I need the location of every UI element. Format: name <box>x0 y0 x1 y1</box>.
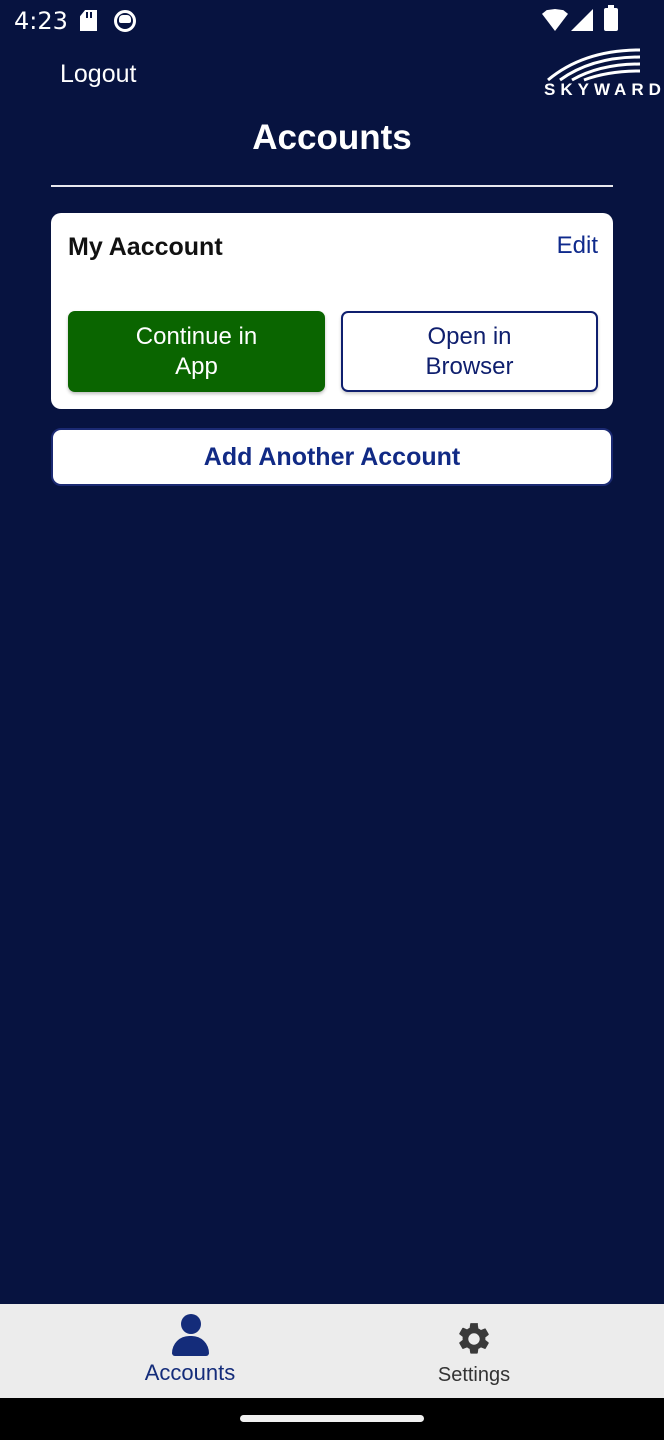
account-name: My Aaccount <box>68 233 223 261</box>
open-in-browser-button[interactable]: Open in Browser <box>341 311 598 392</box>
nav-tab-accounts[interactable]: Accounts <box>90 1304 290 1398</box>
account-card: My Aaccount Edit Continue in App Open in… <box>51 213 613 409</box>
system-nav-bar <box>0 1398 664 1440</box>
nav-label-accounts: Accounts <box>144 1360 236 1385</box>
nav-tab-settings[interactable]: Settings <box>374 1304 574 1398</box>
continue-in-app-button[interactable]: Continue in App <box>68 311 325 392</box>
status-bar: 4:23 <box>0 0 664 42</box>
gear-icon <box>459 1323 489 1354</box>
nav-label-settings: Settings <box>437 1364 511 1386</box>
sd-card-icon <box>80 10 97 31</box>
screen: 4:23 Logout SKYWARD® Accounts My Aaccoun… <box>0 0 664 1440</box>
signal-icon <box>571 9 593 31</box>
skyward-logo: SKYWARD® <box>544 48 661 104</box>
battery-icon <box>604 5 618 31</box>
edit-account-link[interactable]: Edit <box>557 232 598 260</box>
cat-icon <box>114 10 136 32</box>
header-divider <box>51 185 613 187</box>
skyward-logo-arcs-icon <box>547 48 641 82</box>
person-icon <box>172 1314 209 1356</box>
wifi-icon <box>542 9 568 31</box>
home-gesture-handle[interactable] <box>240 1415 424 1422</box>
status-time: 4:23 <box>14 7 68 35</box>
logo-text: SKYWARD® <box>544 80 664 99</box>
bottom-nav: Accounts Settings <box>0 1304 664 1398</box>
add-another-account-button[interactable]: Add Another Account <box>51 428 613 486</box>
logout-link[interactable]: Logout <box>60 60 136 89</box>
page-title: Accounts <box>252 118 412 157</box>
